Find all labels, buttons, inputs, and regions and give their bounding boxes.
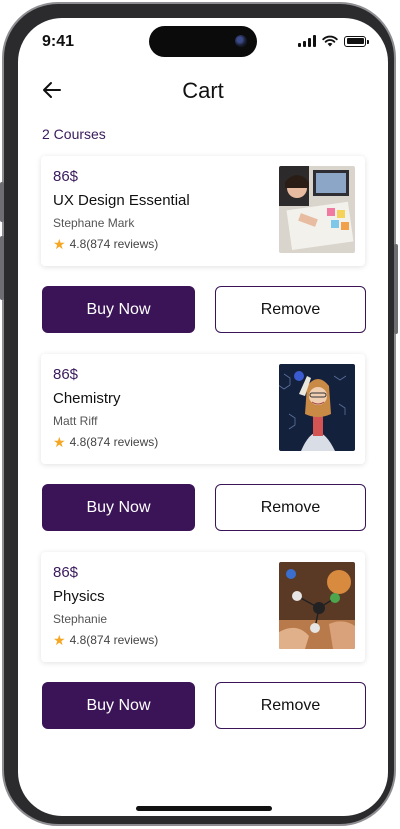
buy-now-button[interactable]: Buy Now bbox=[42, 286, 195, 333]
course-author: Matt Riff bbox=[53, 414, 98, 428]
power-button bbox=[394, 244, 398, 334]
course-title: UX Design Essential bbox=[53, 192, 190, 209]
course-card[interactable]: 86$ Chemistry Matt Riff ★ 4.8(874 review… bbox=[41, 354, 365, 464]
signal-icon bbox=[298, 35, 316, 47]
volume-down-button bbox=[0, 236, 4, 300]
rating-text: 4.8(874 reviews) bbox=[69, 633, 159, 647]
course-title: Chemistry bbox=[53, 390, 121, 407]
rating-text: 4.8(874 reviews) bbox=[69, 237, 159, 251]
course-author: Stephanie bbox=[53, 612, 108, 626]
star-icon: ★ bbox=[53, 236, 66, 252]
course-rating: ★ 4.8(874 reviews) bbox=[53, 435, 158, 449]
course-thumbnail bbox=[279, 166, 355, 253]
screen: 9:41 Cart 2 Courses 86$ UX Design Essent… bbox=[18, 18, 388, 816]
page-title: Cart bbox=[182, 78, 224, 103]
arrow-left-icon bbox=[43, 82, 61, 98]
rating-text: 4.8(874 reviews) bbox=[69, 435, 159, 449]
dynamic-island bbox=[149, 26, 257, 57]
course-thumbnail bbox=[279, 364, 355, 451]
course-price: 86$ bbox=[53, 168, 79, 185]
course-count: 2 Courses bbox=[42, 126, 106, 142]
course-price: 86$ bbox=[53, 564, 79, 581]
buy-now-button[interactable]: Buy Now bbox=[42, 682, 195, 729]
home-indicator[interactable] bbox=[136, 806, 272, 811]
course-rating: ★ 4.8(874 reviews) bbox=[53, 633, 158, 647]
battery-icon bbox=[344, 35, 369, 47]
course-rating: ★ 4.8(874 reviews) bbox=[53, 237, 158, 251]
remove-button[interactable]: Remove bbox=[215, 484, 366, 531]
phone-frame: 9:41 Cart 2 Courses 86$ UX Design Essent… bbox=[0, 2, 398, 826]
course-card[interactable]: 86$ UX Design Essential Stephane Mark ★ … bbox=[41, 156, 365, 266]
volume-up-button bbox=[0, 182, 4, 222]
status-time: 9:41 bbox=[42, 33, 75, 50]
course-thumbnail bbox=[279, 562, 355, 649]
status-icons bbox=[298, 35, 369, 47]
star-icon: ★ bbox=[53, 632, 66, 648]
course-title: Physics bbox=[53, 588, 105, 605]
star-icon: ★ bbox=[53, 434, 66, 450]
course-price: 86$ bbox=[53, 366, 79, 383]
course-card[interactable]: 86$ Physics Stephanie ★ 4.8(874 reviews) bbox=[41, 552, 365, 662]
buy-now-button[interactable]: Buy Now bbox=[42, 484, 195, 531]
back-button[interactable] bbox=[40, 78, 68, 102]
course-author: Stephane Mark bbox=[53, 216, 135, 230]
remove-button[interactable]: Remove bbox=[215, 286, 366, 333]
camera-icon bbox=[235, 35, 247, 47]
wifi-icon bbox=[322, 35, 338, 47]
remove-button[interactable]: Remove bbox=[215, 682, 366, 729]
